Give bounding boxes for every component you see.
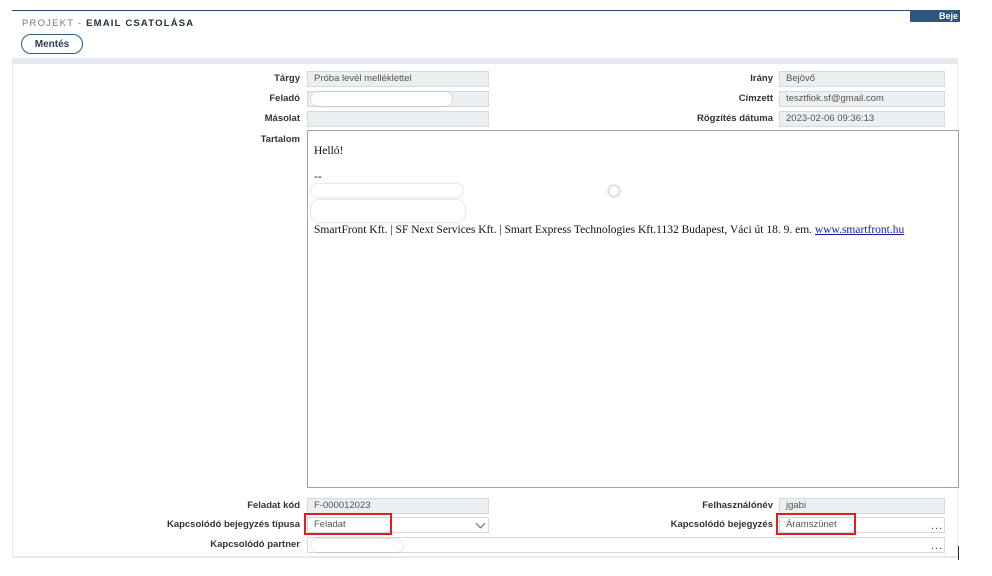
redacted-sender <box>311 92 452 106</box>
website-link[interactable]: www.smartfront.hu <box>815 224 904 236</box>
username-field[interactable]: jgabi <box>779 498 945 514</box>
text-caret <box>958 546 959 560</box>
direction-field[interactable]: Bejövő <box>779 71 945 87</box>
recorded-date-label: Rögzítés dátuma <box>696 113 773 124</box>
page-title: EMAIL CSATOLÁSA <box>86 18 195 29</box>
username-label: Felhasználónév <box>702 500 773 511</box>
breadcrumb-project[interactable]: PROJEKT - <box>22 18 86 29</box>
recipient-field[interactable]: tesztfiok.sf@gmail.com <box>779 91 945 107</box>
entry-type-highlight <box>304 513 392 535</box>
partner-label: Kapcsolódó partner <box>210 539 300 550</box>
redacted-partner <box>311 539 403 552</box>
entry-label: Kapcsolódó bejegyzés <box>670 519 773 530</box>
task-code-label: Feladat kód <box>247 500 300 511</box>
save-button[interactable]: Mentés <box>21 34 83 54</box>
cc-label: Másolat <box>264 113 300 124</box>
entry-lookup-icon[interactable]: ... <box>931 521 943 532</box>
email-greeting: Helló! <box>314 145 344 157</box>
email-signature: SmartFront Kft. | SF Next Services Kft. … <box>314 224 904 236</box>
recipient-label: Címzett <box>738 93 773 104</box>
cc-field[interactable] <box>307 111 489 127</box>
signature-text: SmartFront Kft. | SF Next Services Kft. … <box>314 224 815 236</box>
entry-highlight <box>776 513 856 535</box>
redacted-signature-name <box>311 184 463 197</box>
subject-field[interactable]: Próba levél melléklettel <box>307 71 489 87</box>
task-code-field[interactable]: F-000012023 <box>307 498 489 514</box>
breadcrumb: PROJEKT - EMAIL CSATOLÁSA <box>22 18 194 29</box>
entry-type-label: Kapcsolódó bejegyzés típusa <box>166 519 300 530</box>
recorded-date-field[interactable]: 2023-02-06 09:36:13 <box>779 111 945 127</box>
content-label: Tartalom <box>260 134 300 145</box>
subject-label: Tárgy <box>274 73 300 84</box>
direction-label: Irány <box>750 73 773 84</box>
redacted-signature-details <box>311 200 465 222</box>
mouse-cursor-icon <box>609 186 619 196</box>
sender-label: Feladó <box>269 93 300 104</box>
email-separator: -- <box>314 171 322 183</box>
top-badge[interactable]: Beje <box>910 10 960 22</box>
header-divider <box>12 10 910 11</box>
partner-lookup-icon[interactable]: ... <box>931 541 943 552</box>
